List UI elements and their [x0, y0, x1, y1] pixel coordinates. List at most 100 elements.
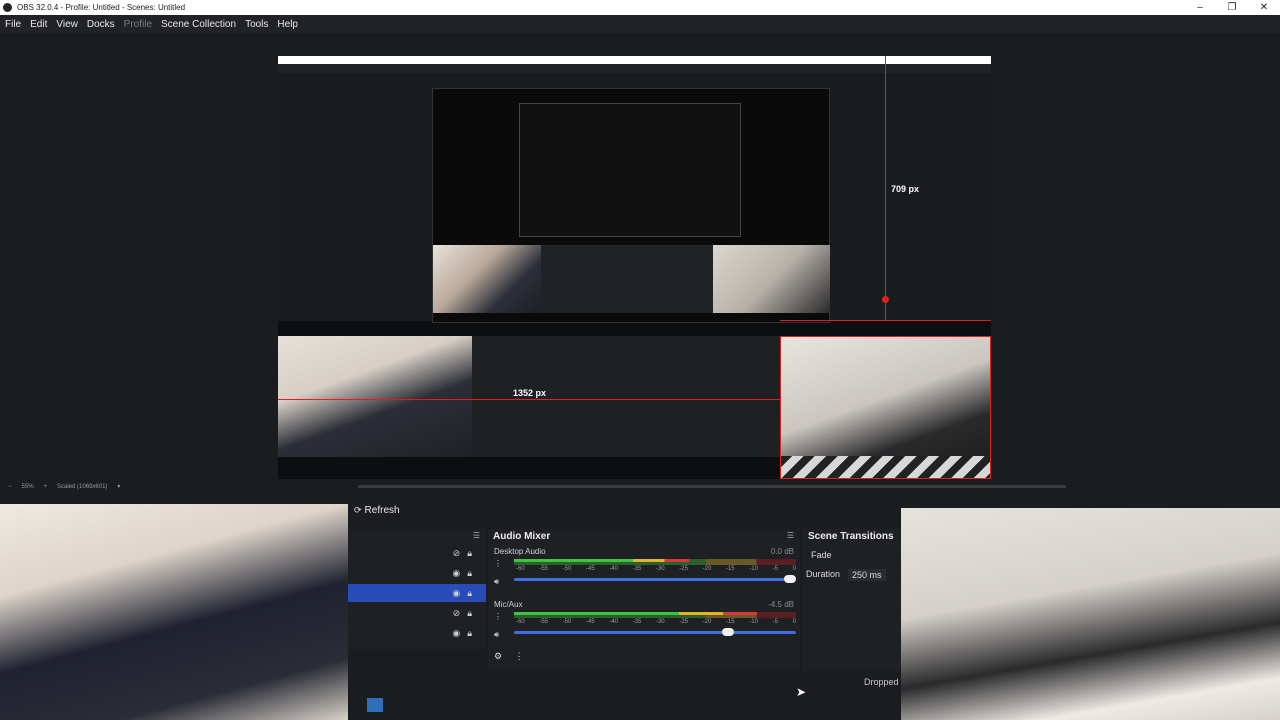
selection-top-edge	[780, 320, 991, 321]
tick-label: -20	[702, 619, 712, 625]
nested-camera-right	[713, 245, 830, 313]
volume-meter	[514, 559, 796, 565]
source-row[interactable]: ◉ 🔒︎	[348, 564, 486, 582]
sources-dock: ☰ ⊘ 🔒︎ ◉ 🔒︎ ◉ 🔒︎ ⊘ 🔒︎ ◉ 🔒︎	[348, 529, 486, 649]
menu-tools[interactable]: Tools	[245, 19, 268, 30]
tick-label: -55	[539, 566, 548, 572]
eye-icon[interactable]: ◉	[452, 628, 460, 639]
docks-area: ⟳ Refresh ☰ ⊘ 🔒︎ ◉ 🔒︎ ◉ 🔒︎ ⊘ 🔒︎ ◉ 🔒︎ Aud…	[0, 496, 1280, 720]
tick-label: -40	[609, 619, 618, 625]
tick-label: -25	[679, 566, 688, 572]
measure-label-vertical: 709 px	[891, 184, 920, 194]
scale-mode[interactable]: Scaled (1069x601)	[57, 484, 107, 490]
minimize-icon[interactable]: –	[1184, 0, 1216, 15]
transitions-title: Scene Transitions	[808, 531, 894, 542]
eye-hidden-icon[interactable]: ⊘	[453, 548, 461, 559]
tick-label: 0	[792, 566, 796, 572]
mouse-cursor-icon: ➤	[796, 685, 807, 699]
captured-bottom-docks	[278, 336, 991, 479]
eye-hidden-icon[interactable]: ⊘	[453, 608, 461, 619]
tick-label: -40	[609, 566, 618, 572]
more-icon[interactable]: ⋮	[515, 651, 524, 661]
speaker-icon[interactable]: 🔊︎	[494, 576, 499, 587]
volume-meter	[514, 612, 796, 618]
menu-docks[interactable]: Docks	[87, 19, 115, 30]
duration-input[interactable]: 250 ms	[848, 569, 886, 581]
lock-icon[interactable]: 🔒︎	[467, 568, 472, 579]
dock-menu-icon[interactable]: ☰	[473, 531, 480, 540]
tick-label: -55	[539, 619, 548, 625]
captured-camera-left	[278, 336, 472, 457]
hazard-stripes	[781, 456, 990, 478]
measure-label-horizontal: 1352 px	[513, 388, 547, 398]
tick-label: -35	[632, 619, 642, 625]
window-titlebar: OBS 32.0.4 - Profile: Untitled - Scenes:…	[0, 0, 1280, 15]
tick-label: -15	[725, 566, 735, 572]
eye-icon[interactable]: ◉	[452, 588, 460, 599]
tick-label: -30	[655, 619, 665, 625]
tick-label: -50	[562, 566, 572, 572]
scene-transitions-dock: Scene Transitions Fade Duration 250 ms	[803, 529, 901, 671]
speaker-icon[interactable]: 🔊︎	[494, 629, 499, 640]
zoom-out-icon[interactable]: −	[8, 484, 12, 490]
transition-select[interactable]: Fade	[808, 548, 896, 563]
volume-slider[interactable]	[514, 628, 796, 636]
tick-label: -35	[632, 566, 642, 572]
window-title: OBS 32.0.4 - Profile: Untitled - Scenes:…	[17, 3, 186, 12]
tick-label: -5	[772, 619, 778, 625]
source-row[interactable]: ⊘ 🔒︎	[348, 604, 486, 622]
mixer-channel-desktop: Desktop Audio 0.0 dB ⋮ -60 -55 -50 -45 -40 -3…	[494, 547, 796, 586]
tick-label: -45	[585, 619, 595, 625]
refresh-button[interactable]: ⟳ Refresh	[354, 502, 400, 518]
channel-menu-icon[interactable]: ⋮	[494, 611, 502, 622]
lock-icon[interactable]: 🔒︎	[467, 628, 472, 639]
source-row[interactable]: ◉ 🔒︎	[348, 624, 486, 642]
audio-mixer-dock: Audio Mixer ☰ Desktop Audio 0.0 dB ⋮ -60…	[488, 529, 800, 671]
measure-line-vertical	[885, 56, 886, 321]
menu-profile[interactable]: Profile	[124, 19, 152, 30]
tick-label: -10	[749, 566, 758, 572]
tick-label: -20	[702, 566, 712, 572]
restore-icon[interactable]: ❐	[1216, 0, 1248, 15]
tick-label: -5	[772, 566, 778, 572]
duration-row: Duration 250 ms	[803, 567, 901, 583]
tick-label: -60	[516, 619, 525, 625]
webcam-overlay-left	[0, 504, 348, 720]
duration-label: Duration	[806, 569, 841, 579]
lock-icon[interactable]: 🔒︎	[467, 608, 472, 619]
volume-slider[interactable]	[514, 575, 796, 583]
dock-menu-icon[interactable]: ☰	[787, 531, 794, 540]
menu-view[interactable]: View	[56, 19, 78, 30]
lock-icon[interactable]: 🔒︎	[467, 548, 472, 559]
selected-source-camera[interactable]	[780, 336, 991, 479]
nested-mixer	[541, 245, 713, 313]
lock-icon[interactable]: 🔒︎	[467, 588, 472, 599]
menu-help[interactable]: Help	[277, 19, 298, 30]
mixer-channel-mic: Mic/Aux -4.5 dB ⋮ -60 -55 -50 -45 -40 -35 -30-…	[494, 600, 796, 639]
chevron-down-icon[interactable]: ▾	[117, 483, 120, 490]
channel-menu-icon[interactable]: ⋮	[494, 558, 502, 569]
tick-label: -25	[679, 619, 688, 625]
menu-edit[interactable]: Edit	[30, 19, 47, 30]
eye-icon[interactable]: ◉	[452, 568, 460, 579]
statusbar	[348, 674, 901, 720]
zoom-in-icon[interactable]: +	[44, 484, 48, 490]
obs-logo-icon	[3, 3, 12, 12]
preview-area[interactable]: 709 px 1352 px − 55% + Scaled (1069x601)…	[0, 33, 1280, 493]
nested-preview	[432, 88, 830, 323]
source-row-selected[interactable]: ◉ 🔒︎	[348, 584, 486, 602]
tick-label: -60	[516, 566, 525, 572]
taskbar-app-icon[interactable]	[367, 698, 383, 712]
gear-icon[interactable]: ⚙	[494, 651, 502, 661]
mixer-title: Audio Mixer	[493, 531, 551, 542]
measure-handle-top[interactable]	[882, 296, 889, 303]
nested-camera-left	[433, 245, 541, 313]
preview-scrollbar[interactable]	[358, 485, 1066, 488]
menu-scene-collection[interactable]: Scene Collection	[161, 19, 236, 30]
dropped-frames-label: Dropped	[864, 677, 899, 687]
menu-file[interactable]: File	[5, 19, 21, 30]
source-row[interactable]: ⊘ 🔒︎	[348, 544, 486, 562]
webcam-overlay-right	[901, 508, 1280, 720]
meter-ticks: -60 -55 -50 -45 -40 -35 -30 -25 -20 -15 -10 -5 0	[516, 566, 796, 572]
close-icon[interactable]: ✕	[1248, 0, 1280, 15]
